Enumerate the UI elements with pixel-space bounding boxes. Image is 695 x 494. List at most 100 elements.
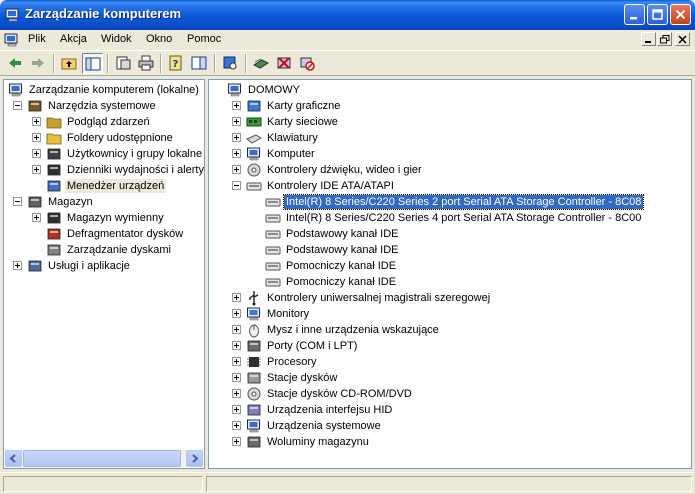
back-button[interactable] <box>5 53 26 74</box>
tree-item[interactable]: Pomocniczy kanał IDE <box>209 258 691 274</box>
tree-item[interactable]: Kontrolery IDE ATA/ATAPI <box>209 178 691 194</box>
menu-view[interactable]: Widok <box>101 33 132 45</box>
mdi-minimize-button[interactable] <box>641 32 656 46</box>
computer-management-icon[interactable] <box>4 32 20 48</box>
maximize-button[interactable] <box>647 4 668 25</box>
tree-item[interactable]: DOMOWY <box>209 82 691 98</box>
tree-item[interactable]: Foldery udostępnione <box>4 130 204 146</box>
horizontal-scrollbar[interactable] <box>5 450 203 467</box>
show-hide-tree-button[interactable] <box>82 53 103 74</box>
mdi-close-button[interactable] <box>675 32 690 46</box>
expand-button[interactable] <box>232 437 241 446</box>
status-bar <box>0 472 695 494</box>
tree-item[interactable]: Podgląd zdarzeń <box>4 114 204 130</box>
disable-device-button[interactable] <box>297 53 318 74</box>
update-driver-button[interactable] <box>251 53 272 74</box>
show-hide-action-pane-button[interactable] <box>189 53 210 74</box>
menu-action[interactable]: Akcja <box>60 33 87 45</box>
scroll-left-button[interactable] <box>5 450 22 467</box>
scan-hardware-button[interactable] <box>220 53 241 74</box>
tree-item[interactable]: Kontrolery uniwersalnej magistrali szere… <box>209 290 691 306</box>
tree-item[interactable]: Magazyn wymienny <box>4 210 204 226</box>
menu-window[interactable]: Okno <box>146 33 172 45</box>
expand-button[interactable] <box>232 421 241 430</box>
expand-button[interactable] <box>13 261 22 270</box>
up-one-level-button[interactable] <box>59 53 80 74</box>
tree-item[interactable]: Kontrolery dźwięku, wideo i gier <box>209 162 691 178</box>
tree-item[interactable]: Użytkownicy i grupy lokalne <box>4 146 204 162</box>
tree-item[interactable]: Komputer <box>209 146 691 162</box>
tree-item[interactable]: Porty (COM i LPT) <box>209 338 691 354</box>
expand-button[interactable] <box>232 101 241 110</box>
tree-item[interactable]: Narzędzia systemowe <box>4 98 204 114</box>
tree-item[interactable]: Podstawowy kanał IDE <box>209 226 691 242</box>
expand-button[interactable] <box>232 357 241 366</box>
menu-help[interactable]: Pomoc <box>187 33 221 45</box>
expand-button[interactable] <box>232 165 241 174</box>
tree-item[interactable]: Klawiatury <box>209 130 691 146</box>
mdi-restore-button[interactable] <box>657 32 672 46</box>
tree-item[interactable]: Monitory <box>209 306 691 322</box>
expand-button[interactable] <box>232 405 241 414</box>
tree-item[interactable]: Urządzenia interfejsu HID <box>209 402 691 418</box>
close-button[interactable] <box>670 4 691 25</box>
expand-button[interactable] <box>232 309 241 318</box>
device-manager-icon <box>47 180 61 192</box>
forward-button[interactable] <box>28 53 49 74</box>
expand-button[interactable] <box>232 373 241 382</box>
expand-button[interactable] <box>32 117 41 126</box>
expand-button[interactable] <box>32 149 41 158</box>
tree-item[interactable]: Urządzenia systemowe <box>209 418 691 434</box>
expand-button[interactable] <box>232 117 241 126</box>
tree-item[interactable]: Stacje dysków CD-ROM/DVD <box>209 386 691 402</box>
console-tree-pane[interactable]: Zarządzanie komputerem (lokalne) Narzędzi… <box>3 79 205 469</box>
scroll-right-button[interactable] <box>186 450 203 467</box>
collapse-button[interactable] <box>232 181 241 190</box>
tree-item[interactable]: Intel(R) 8 Series/C220 Series 4 port Ser… <box>209 210 691 226</box>
uninstall-device-button[interactable] <box>274 53 295 74</box>
minimize-button[interactable] <box>624 4 645 25</box>
tree-item[interactable]: Woluminy magazynu <box>209 434 691 450</box>
tree-item-label: Stacje dysków <box>267 372 338 384</box>
device-tree-pane[interactable]: DOMOWY Karty graficzne Karty sieciowe Klawi… <box>208 79 692 469</box>
tree-item-label: Intel(R) 8 Series/C220 Series 4 port Ser… <box>286 212 642 224</box>
expand-button[interactable] <box>232 149 241 158</box>
expand-button[interactable] <box>232 133 241 142</box>
tree-item[interactable]: Dzienniki wydajności i alerty <box>4 162 204 178</box>
tree-item[interactable]: Magazyn <box>4 194 204 210</box>
tree-item[interactable]: Pomocniczy kanał IDE <box>209 274 691 290</box>
tree-item[interactable]: Zarządzanie komputerem (lokalne) <box>4 82 204 98</box>
properties-icon <box>116 56 131 70</box>
expand-button[interactable] <box>32 133 41 142</box>
tree-item-label: Kontrolery IDE ATA/ATAPI <box>267 180 394 192</box>
help-button[interactable]: ? <box>166 53 187 74</box>
expand-button[interactable] <box>232 389 241 398</box>
status-cell <box>206 476 692 492</box>
tree-item[interactable]: Usługi i aplikacje <box>4 258 204 274</box>
tree-item[interactable]: Karty sieciowe <box>209 114 691 130</box>
tree-item[interactable]: Defragmentator dysków <box>4 226 204 242</box>
expand-button[interactable] <box>232 325 241 334</box>
properties-button[interactable] <box>113 53 134 74</box>
tree-item[interactable]: Karty graficzne <box>209 98 691 114</box>
expand-button[interactable] <box>232 293 241 302</box>
tree-item[interactable]: Podstawowy kanał IDE <box>209 242 691 258</box>
tree-item[interactable]: Mysz i inne urządzenia wskazujące <box>209 322 691 338</box>
collapse-button[interactable] <box>13 197 22 206</box>
title-bar[interactable]: Zarządzanie komputerem <box>0 0 695 30</box>
collapse-button[interactable] <box>13 101 22 110</box>
menu-file[interactable]: Plik <box>28 33 46 45</box>
tree-item[interactable]: Stacje dysków <box>209 370 691 386</box>
expand-button[interactable] <box>232 341 241 350</box>
scrollbar-thumb[interactable] <box>23 450 181 467</box>
tree-item[interactable]: Menedżer urządzeń <box>4 178 204 194</box>
storage-volume-icon <box>247 436 261 448</box>
tree-item[interactable]: Zarządzanie dyskami <box>4 242 204 258</box>
tree-item[interactable]: Intel(R) 8 Series/C220 Series 2 port Ser… <box>209 194 691 210</box>
expand-button[interactable] <box>32 213 41 222</box>
restore-icon <box>660 35 670 44</box>
print-button[interactable] <box>136 53 157 74</box>
tree-item-label: Defragmentator dysków <box>67 228 184 240</box>
expand-button[interactable] <box>32 165 41 174</box>
tree-item[interactable]: Procesory <box>209 354 691 370</box>
